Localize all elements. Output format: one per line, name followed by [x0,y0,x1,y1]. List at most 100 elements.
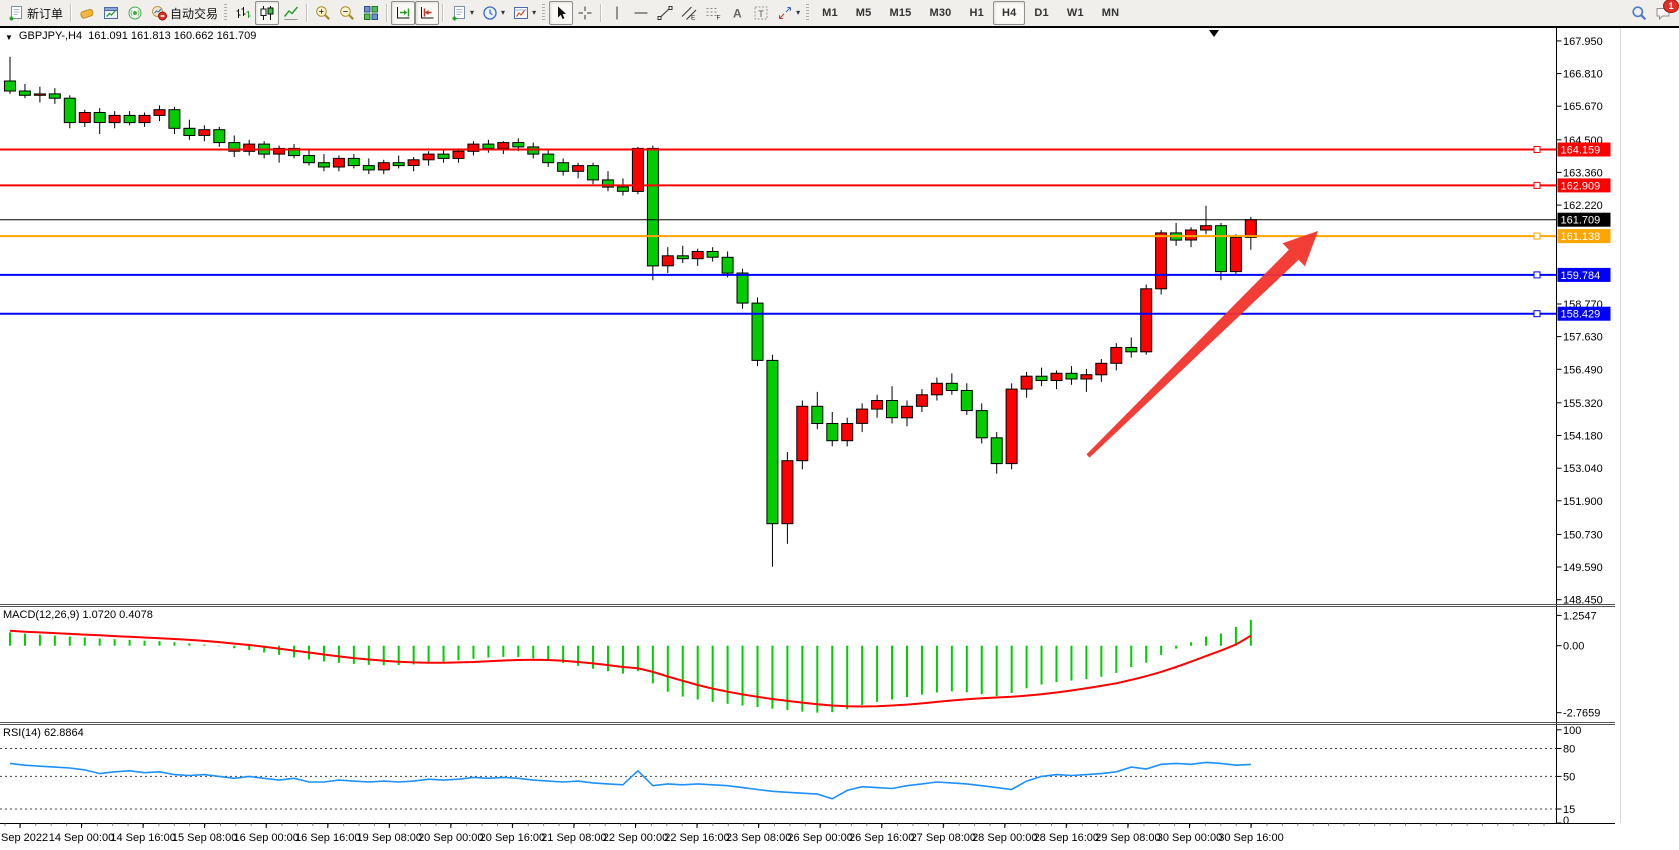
date-label: 22 Sep 16:00 [664,832,729,844]
new-order-button[interactable]: 新订单 [4,1,67,25]
search-button[interactable] [1627,1,1651,25]
timeframe-m5[interactable]: M5 [847,1,881,25]
hline-handle[interactable] [1534,233,1540,239]
macd-label: MACD(12,26,9) 1.0720 0.4078 [3,609,153,621]
bar-chart-button[interactable] [231,1,255,25]
candle-down [827,424,838,441]
timeframe-h4[interactable]: H4 [993,1,1025,25]
zoom-in-button[interactable] [311,1,335,25]
candle-down [5,81,16,91]
window-top-border [0,26,1679,28]
line-chart-button[interactable] [279,1,303,25]
timeframe-m30[interactable]: M30 [920,1,960,25]
candles-icon [259,5,275,21]
chart-title-symbol: GBPJPY-,H4 [19,30,82,42]
candlestick-button[interactable] [255,1,279,25]
notification-badge: 1 [1663,0,1679,13]
timeframe-label: M5 [851,7,877,19]
candle-down [767,360,778,523]
market-watch-button[interactable] [99,1,123,25]
one-click-arrow-icon[interactable]: ▼ [5,33,13,42]
indicators-button[interactable]: ▾ [447,1,478,25]
candle-down [991,438,1002,464]
chart-canvas[interactable]: 167.950166.810165.670164.500163.360162.2… [0,0,1679,850]
hline-handle[interactable] [1534,182,1540,188]
tile-windows-button[interactable] [359,1,383,25]
arrows-button[interactable]: ▾ [773,1,804,25]
rsi-tick-label: 100 [1563,725,1581,737]
candle-down [1126,348,1137,352]
sponge-icon [79,5,95,21]
fibonacci-button[interactable]: F [701,1,725,25]
label-button[interactable]: T [749,1,773,25]
candle-down [752,303,763,360]
candle-up [453,151,464,158]
candle-down [483,144,494,148]
candle-up [1156,233,1167,289]
candle-down [976,411,987,438]
timeframe-h1[interactable]: H1 [960,1,992,25]
chart-title: ▼GBPJPY-,H4161.091 161.813 160.662 161.7… [5,30,256,42]
zoom-out-icon [339,5,355,21]
candle-up [109,115,120,122]
timeframe-d1[interactable]: D1 [1025,1,1057,25]
toolbar-separator [70,4,72,22]
candle-down [588,166,599,180]
candle-down [617,187,628,191]
bars-icon [235,5,251,21]
date-label: 28 Sep 00:00 [972,832,1037,844]
candle-down [1216,226,1227,272]
price-tick-label: 156.490 [1563,364,1603,376]
channel-button[interactable]: E [677,1,701,25]
timeframe-label: MN [1097,7,1125,19]
hline-handle[interactable] [1534,272,1540,278]
hline-handle[interactable] [1534,147,1540,153]
candle-up [1201,226,1212,230]
timeframe-mn[interactable]: MN [1093,1,1129,25]
sponge-button[interactable] [75,1,99,25]
vline-icon [609,5,625,21]
autotrade-icon [151,5,167,21]
timeframe-m15[interactable]: M15 [880,1,920,25]
candle-down [946,383,957,390]
price-badge-label: 159.784 [1561,270,1601,282]
auto-scroll-button[interactable] [391,1,415,25]
crosshair-button[interactable] [573,1,597,25]
vline-button[interactable] [605,1,629,25]
candle-up [662,256,673,266]
date-label: 16 Sep 00:00 [233,832,298,844]
signal-button[interactable] [123,1,147,25]
cursor-icon [553,5,569,21]
toolbar-separator [386,4,388,22]
price-tick-label: 151.900 [1563,496,1603,508]
candle-down [887,401,898,418]
autotrade-button[interactable]: 自动交易 [147,1,222,25]
date-label: 14 Sep 16:00 [110,832,175,844]
periods-button[interactable]: ▾ [478,1,509,25]
price-badge-label: 158.429 [1561,309,1601,321]
toolbar-grip [224,4,227,22]
trendline-button[interactable] [653,1,677,25]
text-a-icon: A [729,5,745,21]
toolbar: 新订单自动交易▾▾▾EFAT▾M1M5M15M30H1H4D1W1MN1 [0,0,1679,26]
macd-tick-label: 1.2547 [1563,610,1597,622]
hline-handle[interactable] [1534,311,1540,317]
timeframe-w1[interactable]: W1 [1058,1,1093,25]
timeframe-m1[interactable]: M1 [813,1,847,25]
candle-down [513,143,524,147]
auto-scroll-icon [395,5,411,21]
hline-button[interactable] [629,1,653,25]
date-label: 30 Sep 00:00 [1157,832,1222,844]
templates-button[interactable]: ▾ [509,1,540,25]
notifications-button[interactable]: 1 [1651,1,1675,25]
candle-up [199,130,210,136]
cursor-button[interactable] [549,1,573,25]
chart-window-icon [103,5,119,21]
text-button[interactable]: A [725,1,749,25]
autotrade-button-label: 自动交易 [170,5,218,22]
zoom-out-button[interactable] [335,1,359,25]
candle-down [363,166,374,170]
chart-shift-button[interactable] [415,1,439,25]
price-badge-label: 161.138 [1561,231,1601,243]
date-label: 14 Sep 00:00 [49,832,114,844]
